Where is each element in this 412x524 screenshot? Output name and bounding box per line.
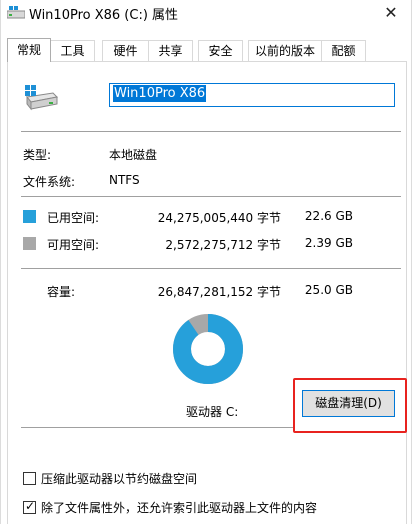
free-space-bytes: 2,572,275,712 字节 xyxy=(165,238,281,252)
drive-icon-small xyxy=(7,6,25,19)
filesystem-value: NTFS xyxy=(109,173,140,187)
divider xyxy=(21,427,293,428)
capacity-size: 25.0 GB xyxy=(304,283,353,297)
title-bar: Win10Pro X86 (C:) 属性 ✕ xyxy=(1,0,411,28)
used-space-size: 22.6 GB xyxy=(304,209,353,223)
used-space-bytes: 24,275,005,440 字节 xyxy=(157,211,281,225)
index-label: 除了文件属性外，还允许索引此驱动器上文件的内容 xyxy=(41,501,318,515)
tab-hardware[interactable]: 硬件 xyxy=(102,40,149,61)
capacity-bytes: 26,847,281,152 字节 xyxy=(157,285,281,299)
tab-tools[interactable]: 工具 xyxy=(50,40,95,61)
free-space-swatch xyxy=(23,237,36,250)
donut-used-segment xyxy=(173,314,243,384)
used-space-swatch xyxy=(23,210,36,223)
tab-strip: 常规 工具 硬件 共享 安全 以前的版本 配额 xyxy=(7,38,407,62)
drive-icon xyxy=(25,85,59,111)
tab-previous-versions[interactable]: 以前的版本 xyxy=(248,40,322,61)
divider xyxy=(21,196,401,197)
type-label: 类型: xyxy=(23,148,52,162)
tab-sharing[interactable]: 共享 xyxy=(148,40,193,61)
drive-letter-label: 驱动器 C: xyxy=(186,405,239,419)
tab-general[interactable]: 常规 xyxy=(7,38,51,62)
highlight-annotation xyxy=(293,378,407,433)
divider xyxy=(21,131,401,132)
tab-quota[interactable]: 配额 xyxy=(321,40,366,61)
close-icon: ✕ xyxy=(384,3,398,22)
check-icon: ✓ xyxy=(25,499,36,513)
compress-checkbox[interactable] xyxy=(23,472,36,485)
free-space-size: 2.39 GB xyxy=(304,236,353,250)
usage-donut-chart xyxy=(173,314,243,384)
close-button[interactable]: ✕ xyxy=(379,2,403,24)
filesystem-label: 文件系统: xyxy=(23,175,76,189)
compress-label: 压缩此驱动器以节约磁盘空间 xyxy=(41,472,198,486)
used-space-label: 已用空间: xyxy=(47,211,100,225)
type-value: 本地磁盘 xyxy=(109,148,158,162)
drive-name-value: Win10Pro X86 xyxy=(113,85,207,102)
tab-security[interactable]: 安全 xyxy=(198,40,243,61)
index-checkbox[interactable]: ✓ xyxy=(23,499,36,514)
free-space-label: 可用空间: xyxy=(47,238,100,252)
window-title: Win10Pro X86 (C:) 属性 xyxy=(29,8,179,23)
properties-window: Win10Pro X86 (C:) 属性 ✕ 常规 工具 硬件 共享 安全 以前… xyxy=(0,0,412,524)
drive-name-input[interactable]: Win10Pro X86 xyxy=(109,83,395,107)
capacity-label: 容量: xyxy=(47,285,76,299)
divider xyxy=(21,268,401,269)
